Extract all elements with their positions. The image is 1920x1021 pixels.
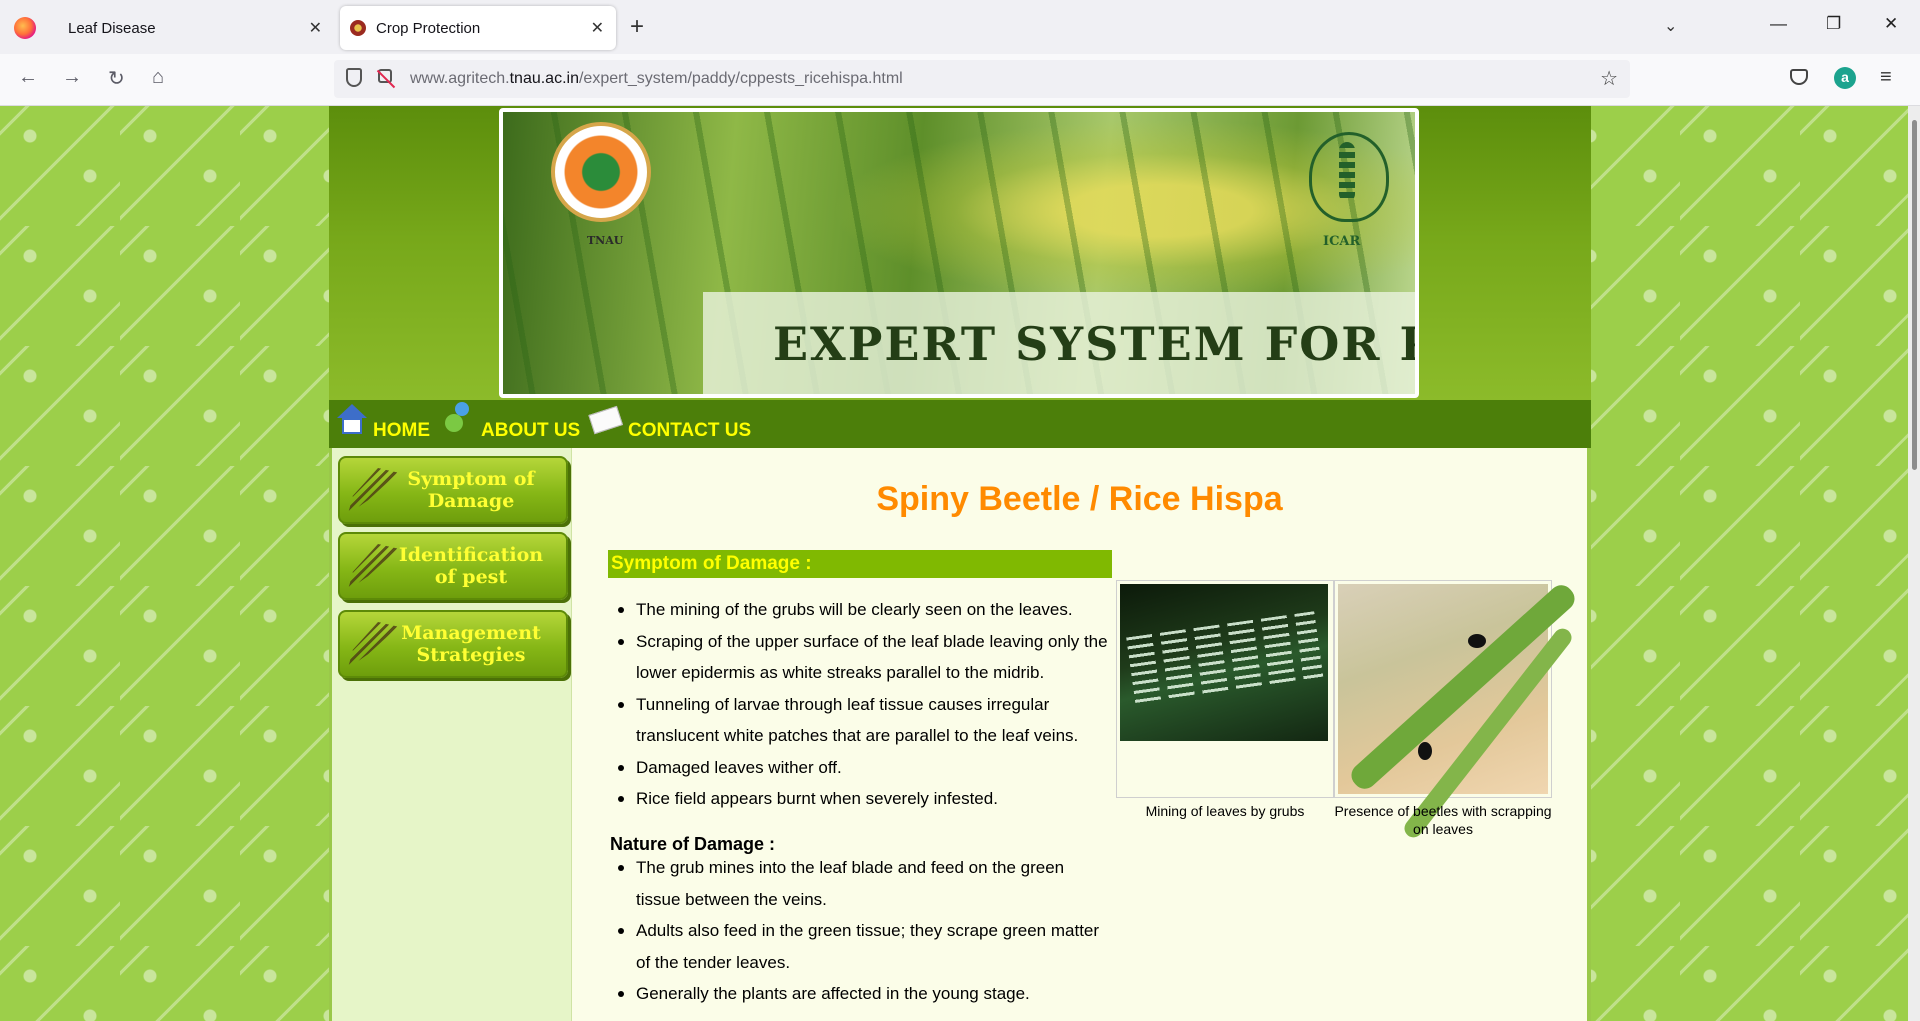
photo-caption: Presence of beetles with scrapping on le… [1334,803,1552,837]
beetles-on-leaves-photo [1338,580,1580,841]
section-heading-symptom: Symptom of Damage : [608,550,1112,578]
tnau-logo [551,122,651,222]
tab-crop-protection[interactable]: Crop Protection ✕ [340,6,616,50]
main-content: Spiny Beetle / Rice Hispa Symptom of Dam… [571,448,1591,1021]
tab-close-icon[interactable]: ✕ [309,18,322,38]
list-item: The mining of the grubs will be clearly … [612,594,1112,626]
page-title: Spiny Beetle / Rice Hispa [876,480,1283,518]
url-bar[interactable]: www.agritech.tnau.ac.in/expert_system/pa… [334,60,1630,98]
home-icon[interactable]: ⌂ [152,66,164,89]
tab-close-icon[interactable]: ✕ [591,18,604,38]
tab-leaf-disease[interactable]: Leaf Disease ✕ [54,6,334,50]
list-item: Damaged leaves wither off. [612,752,1112,784]
banner-title: EXPERT SYSTEM FOR PADDY [773,317,1415,371]
tnau-logo-label: TNAU [587,234,624,247]
scrollbar-thumb[interactable] [1912,120,1917,470]
menu-icon[interactable]: ≡ [1880,66,1892,89]
forward-icon[interactable]: → [62,66,82,89]
sidebar-item-symptom-of-damage[interactable]: Symptom of Damage [338,456,568,524]
nav-home-link[interactable]: HOME [373,420,430,442]
header-area: TNAU ICAR EXPERT SYSTEM FOR PADDY [329,106,1591,400]
sidebar-item-management-strategies[interactable]: Management Strategies [338,610,568,678]
sidebar-item-label: Management Strategies [401,622,541,666]
icar-logo-label: ICAR [1323,234,1361,249]
url-text[interactable]: www.agritech.tnau.ac.in/expert_system/pa… [410,70,903,88]
page-container: TNAU ICAR EXPERT SYSTEM FOR PADDY HOME A… [329,106,1591,1021]
list-item: Adults also feed in the green tissue; th… [612,915,1112,978]
list-item: The grub mines into the leaf blade and f… [612,852,1112,915]
tab-title: Leaf Disease [68,19,156,37]
page-viewport: TNAU ICAR EXPERT SYSTEM FOR PADDY HOME A… [0,106,1920,1021]
sidebar: Symptom of Damage Identification of pest M… [329,448,571,1021]
sidebar-item-identification-of-pest[interactable]: Identification of pest [338,532,568,600]
list-item: Rice field appears burnt when severely i… [612,783,1112,815]
nav-contact-link[interactable]: CONTACT US [628,420,751,442]
sidebar-item-label: Identification of pest [398,544,544,588]
beetle-mark [1468,634,1486,648]
list-item: Tunneling of larvae through leaf tissue … [612,689,1112,752]
symptom-list: The mining of the grubs will be clearly … [612,594,1112,815]
back-icon[interactable]: ← [18,66,38,89]
envelope-icon[interactable] [587,402,625,440]
top-nav: HOME ABOUT US CONTACT US [329,400,1591,448]
beetle-mark [1418,742,1432,760]
browser-nav-bar: ← → ↻ ⌂ www.agritech.tnau.ac.in/expert_s… [0,54,1920,106]
restore-icon[interactable]: ❐ [1826,14,1841,34]
minimize-icon[interactable]: — [1770,14,1787,34]
photo-caption: Mining of leaves by grubs [1145,803,1305,819]
nature-list: The grub mines into the leaf blade and f… [612,852,1112,1010]
header-banner: TNAU ICAR EXPERT SYSTEM FOR PADDY [499,108,1419,398]
tab-title: Crop Protection [376,19,481,37]
list-item: Scraping of the upper surface of the lea… [612,626,1112,689]
people-icon[interactable] [443,402,473,432]
nav-about-link[interactable]: ABOUT US [481,420,580,442]
photo-frame-beetles [1334,580,1580,841]
star-icon[interactable]: ☆ [1600,66,1618,91]
reload-icon[interactable]: ↻ [108,66,125,91]
sidebar-item-label: Symptom of Damage [407,468,535,512]
pocket-icon[interactable] [1790,69,1808,85]
list-all-tabs-icon[interactable]: ⌄ [1664,16,1677,36]
site-favicon-icon [350,20,366,36]
close-window-icon[interactable]: ✕ [1884,14,1898,34]
new-tab-button[interactable]: + [630,13,644,41]
icar-wheat-icon [1339,142,1355,202]
account-avatar[interactable]: a [1834,67,1856,89]
photo-frame-grub-mining [1116,580,1334,798]
firefox-icon [14,17,36,39]
list-item: Generally the plants are affected in the… [612,978,1112,1010]
home-nav-icon[interactable] [337,404,367,434]
grub-mining-photo [1120,584,1328,741]
shield-icon[interactable] [346,68,362,87]
scrollbar[interactable] [1908,106,1920,1021]
browser-tab-bar: Leaf Disease ✕ Crop Protection ✕ + ⌄ — ❐… [0,0,1920,54]
